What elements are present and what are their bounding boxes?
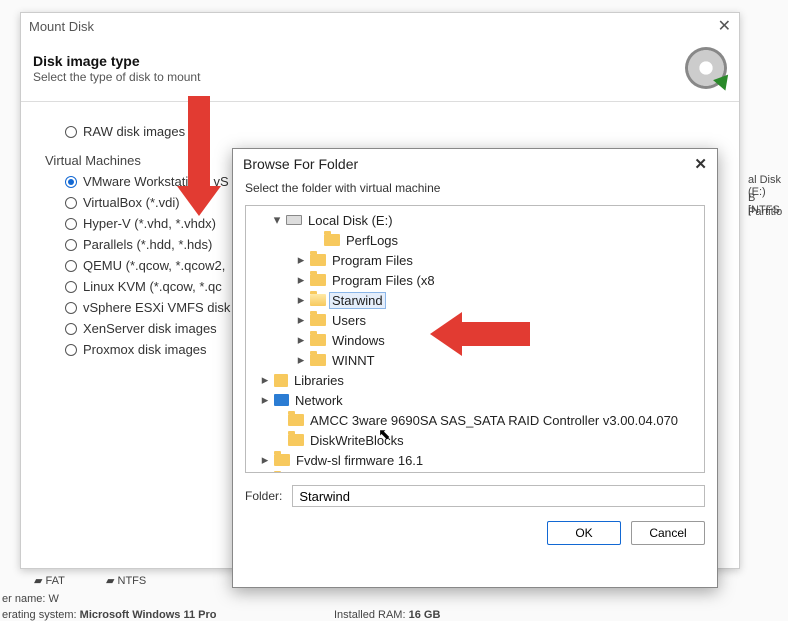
radio-icon <box>65 239 77 251</box>
radio-raw[interactable]: RAW disk images <box>65 124 715 139</box>
tree-label: Starwind <box>330 293 385 308</box>
radio-icon <box>65 218 77 230</box>
disc-icon <box>685 47 727 89</box>
tree-label: Libraries <box>292 373 346 388</box>
tree-node-diskwriteblocks[interactable]: DiskWriteBlocks <box>252 430 698 450</box>
folder-icon <box>310 274 326 286</box>
radio-icon <box>65 176 77 188</box>
folder-icon <box>310 314 326 326</box>
ok-button[interactable]: OK <box>547 521 621 545</box>
radio-icon <box>65 126 77 138</box>
radio-icon <box>65 197 77 209</box>
radio-icon <box>65 281 77 293</box>
radio-label: Hyper-V (*.vhd, *.vhdx) <box>83 216 216 231</box>
tree-label: PerfLogs <box>344 233 400 248</box>
drive-icon <box>286 215 302 225</box>
page-subheading: Select the type of disk to mount <box>33 70 200 84</box>
bg-os-val: Microsoft Windows 11 Pro <box>80 609 217 621</box>
chevron-right-icon <box>296 332 306 348</box>
tree-label: Program Files <box>330 253 415 268</box>
radio-label: XenServer disk images <box>83 321 217 336</box>
chevron-right-icon <box>260 452 270 468</box>
tree-label: DiskWriteBlocks <box>308 433 406 448</box>
close-icon[interactable]: ✕ <box>694 155 707 173</box>
tree-node-fvdw-console[interactable]: fvdw-sl-console-6-18-1-v2-29jul2019-32bi… <box>252 470 698 473</box>
tree-label: Fvdw-sl firmware 16.1 <box>294 453 425 468</box>
tree-label: fvdw-sl-console-6-18-1-v2-29jul2019-32bi… <box>294 473 547 474</box>
chevron-right-icon <box>260 372 270 388</box>
folder-icon <box>310 254 326 266</box>
radio-icon <box>65 260 77 272</box>
annotation-arrow-down <box>182 96 216 216</box>
radio-label: vSphere ESXi VMFS disk in <box>83 300 244 315</box>
libraries-icon <box>274 374 288 387</box>
chevron-right-icon <box>296 312 306 328</box>
radio-icon <box>65 344 77 356</box>
tree-label: Windows <box>330 333 387 348</box>
close-icon[interactable]: ✕ <box>718 16 731 36</box>
bg-side3: Partitio <box>748 206 782 218</box>
chevron-right-icon <box>296 292 306 308</box>
tree-node-program-files-x86[interactable]: Program Files (x8 <box>252 270 698 290</box>
tree-node-winnt[interactable]: WINNT <box>252 350 698 370</box>
radio-label: QEMU (*.qcow, *.qcow2, <box>83 258 225 273</box>
tree-node-fvdw-firmware[interactable]: Fvdw-sl firmware 16.1 <box>252 450 698 470</box>
tree-node-perflogs[interactable]: PerfLogs <box>252 230 698 250</box>
radio-label: Linux KVM (*.qcow, *.qc <box>83 279 222 294</box>
dialog-instruction: Select the folder with virtual machine <box>233 177 717 205</box>
tree-label: Users <box>330 313 368 328</box>
radio-label: VirtualBox (*.vdi) <box>83 195 180 210</box>
radio-icon <box>65 323 77 335</box>
folder-field[interactable] <box>292 485 705 507</box>
page-heading: Disk image type <box>33 53 140 69</box>
bg-ntfs: NTFS <box>118 575 147 587</box>
bg-ram-label: Installed RAM: <box>334 609 406 621</box>
bg-fat: FAT <box>46 575 65 587</box>
folder-icon <box>274 454 290 466</box>
folder-icon <box>288 434 304 446</box>
tree-node-program-files[interactable]: Program Files <box>252 250 698 270</box>
tree-label: Local Disk (E:) <box>306 213 395 228</box>
annotation-arrow-left <box>430 312 530 352</box>
chevron-right-icon <box>296 252 306 268</box>
tree-node-libraries[interactable]: Libraries <box>252 370 698 390</box>
tree-node-starwind[interactable]: Starwind <box>252 290 698 310</box>
folder-icon <box>324 234 340 246</box>
radio-label: RAW disk images <box>83 124 185 139</box>
tree-node-amcc[interactable]: AMCC 3ware 9690SA SAS_SATA RAID Controll… <box>252 410 698 430</box>
chevron-right-icon <box>296 352 306 368</box>
cancel-button[interactable]: Cancel <box>631 521 705 545</box>
window-title: Mount Disk <box>29 19 94 34</box>
folder-icon <box>310 334 326 346</box>
tree-node-local-disk-e[interactable]: Local Disk (E:) <box>252 210 698 230</box>
radio-label: Parallels (*.hdd, *.hds) <box>83 237 212 252</box>
radio-label: Proxmox disk images <box>83 342 207 357</box>
chevron-down-icon <box>272 212 282 228</box>
chevron-right-icon <box>260 392 270 408</box>
browse-folder-dialog: Browse For Folder ✕ Select the folder wi… <box>232 148 718 588</box>
folder-field-label: Folder: <box>245 489 282 503</box>
tree-label: AMCC 3ware 9690SA SAS_SATA RAID Controll… <box>308 413 680 428</box>
folder-icon <box>310 354 326 366</box>
folder-open-icon <box>310 294 326 306</box>
dialog-title: Browse For Folder <box>243 156 358 172</box>
bg-ram-val: 16 GB <box>409 609 441 621</box>
bg-user: er name: W <box>2 593 59 605</box>
radio-icon <box>65 302 77 314</box>
chevron-right-icon <box>260 472 270 473</box>
tree-label: WINNT <box>330 353 377 368</box>
network-icon <box>274 394 289 406</box>
bg-os-label: erating system: <box>2 609 77 621</box>
tree-label: Network <box>293 393 345 408</box>
tree-label: Program Files (x8 <box>330 273 437 288</box>
tree-node-network[interactable]: Network <box>252 390 698 410</box>
chevron-right-icon <box>296 272 306 288</box>
folder-icon <box>288 414 304 426</box>
